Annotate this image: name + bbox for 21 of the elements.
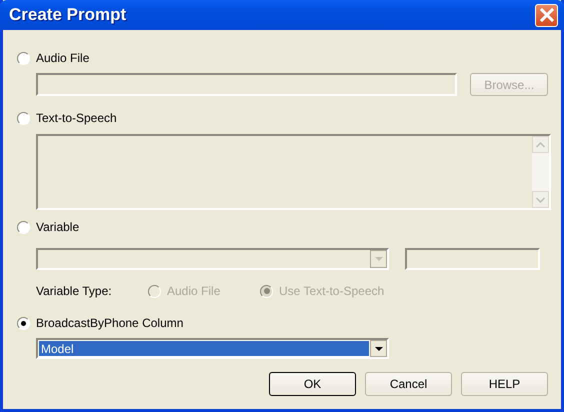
close-icon [540, 8, 554, 22]
scrollbar[interactable] [532, 136, 549, 208]
variable-dropdown[interactable] [36, 248, 389, 270]
variable-value-field[interactable] [405, 248, 540, 270]
column-radio[interactable]: BroadcastByPhone Column [17, 316, 548, 330]
dialog-button[interactable]: Cancel [365, 372, 452, 396]
variable-radio[interactable]: Variable [17, 220, 548, 234]
close-button[interactable] [535, 4, 558, 26]
text-area[interactable] [36, 134, 551, 210]
dropdown-arrow-icon [374, 346, 382, 350]
dialog-button[interactable]: OK [269, 372, 356, 396]
text-to-speech-radio[interactable]: Text-to-Speech [17, 111, 548, 125]
audio-file-radio[interactable]: Audio File [17, 51, 548, 65]
dialog-button[interactable]: HELP [461, 372, 548, 396]
window-title: Create Prompt [9, 5, 126, 25]
variable-type-label: Variable Type: [36, 284, 113, 298]
scroll-up-icon [536, 142, 545, 148]
file-path-field[interactable] [36, 73, 458, 96]
dropdown-arrow-icon [374, 257, 382, 261]
scroll-down-icon [536, 196, 545, 202]
column-dropdown[interactable]: Model [36, 338, 389, 359]
